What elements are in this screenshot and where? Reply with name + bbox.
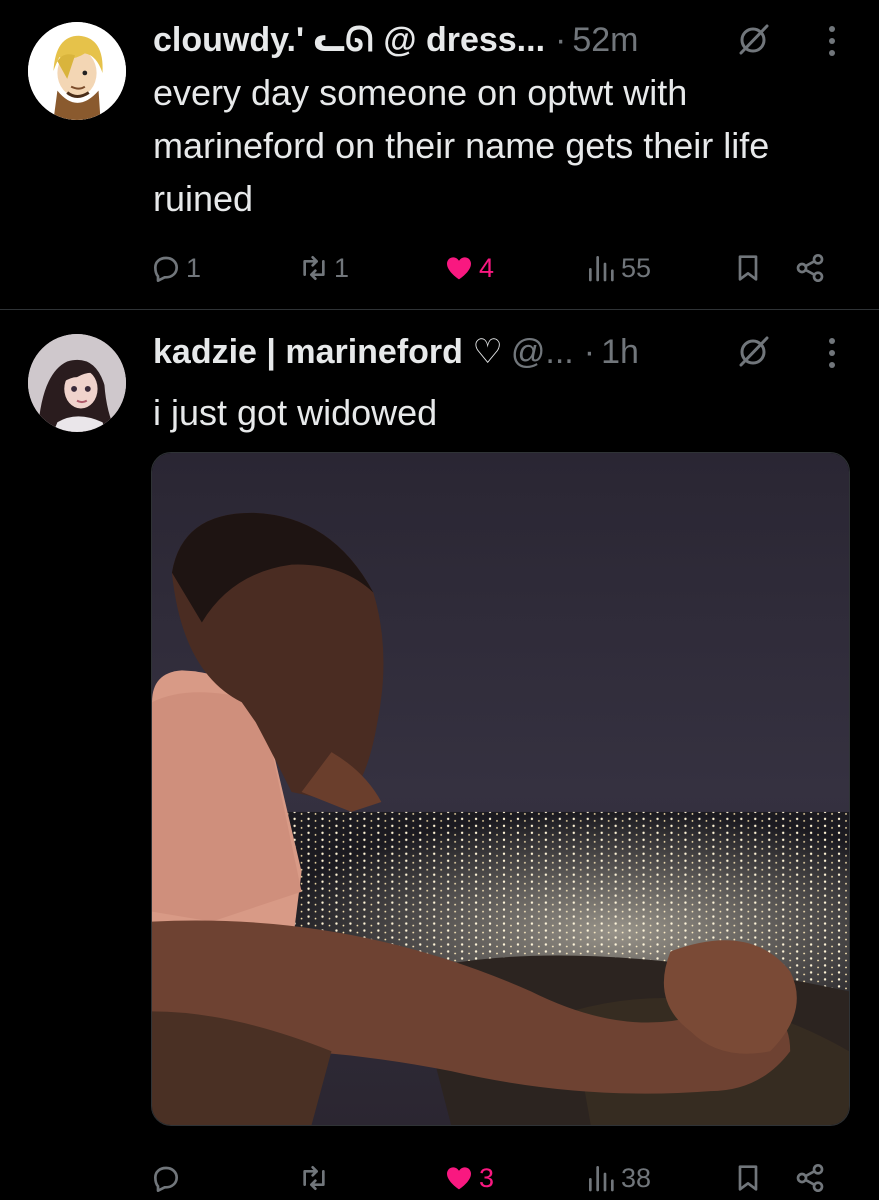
tweet[interactable]: clouwdy.ʹ ᓚᘏ @ dress... · 52m every day … [0,0,879,310]
tweet-text: every day someone on optwt with marinefo… [153,72,770,219]
bookmark-button[interactable] [732,248,764,288]
views-button[interactable]: 38 [585,1158,651,1198]
anime-avatar-icon [28,22,126,120]
retweet-count: 1 [334,252,350,283]
like-button[interactable]: 4 [443,248,494,288]
reply-button[interactable]: 1 [150,248,201,288]
share-button[interactable] [794,248,826,288]
avatar[interactable] [28,334,126,432]
reply-count: 1 [186,252,202,283]
handle[interactable]: @... [511,333,574,372]
bookmark-icon [738,255,758,281]
timestamp[interactable]: 1h [601,333,639,372]
tweet[interactable]: kadzie | marineford ♡ @... · 1h i just g… [0,310,879,1200]
display-name[interactable]: clouwdy.ʹ ᓚᘏ [153,20,373,60]
share-icon [796,253,824,282]
like-button[interactable]: 3 [443,1158,494,1198]
like-count: 4 [479,252,495,283]
retweet-icon [303,1166,325,1190]
photo-man-overlooking-city-lights [152,453,849,1125]
separator: · [555,20,567,59]
heart-icon [447,1167,471,1190]
tweet-actions: 1 1 4 55 [150,248,835,288]
grok-icon[interactable] [735,334,771,370]
share-button[interactable] [794,1158,826,1198]
tweet-actions: 3 38 [150,1158,835,1198]
bookmark-icon [738,1165,758,1191]
reply-icon [154,1166,178,1192]
views-icon [589,1166,614,1192]
retweet-button[interactable] [298,1158,334,1198]
views-icon [589,255,614,282]
tweet-header: clouwdy.ʹ ᓚᘏ @ dress... · 52m [153,18,819,62]
more-icon[interactable] [825,336,839,370]
like-count: 3 [479,1162,495,1193]
views-button[interactable]: 55 [585,248,651,288]
more-icon[interactable] [825,24,839,58]
reply-button[interactable] [150,1158,186,1198]
retweet-button[interactable]: 1 [298,248,349,288]
share-icon [796,1164,824,1192]
display-name[interactable]: kadzie | marineford ♡ [153,332,503,372]
bookmark-button[interactable] [732,1158,764,1198]
grok-icon[interactable] [735,22,771,58]
anime-avatar-icon [28,334,126,432]
reply-icon [154,256,178,282]
tweet-text: i just got widowed [153,392,438,433]
views-count: 55 [621,252,652,283]
retweet-icon [303,255,325,280]
timestamp[interactable]: 52m [572,21,638,60]
tweet-photo[interactable] [151,452,850,1126]
avatar[interactable] [28,22,126,120]
separator: · [583,332,596,371]
heart-icon [447,257,471,280]
views-count: 38 [621,1162,652,1193]
tweet-header: kadzie | marineford ♡ @... · 1h [153,330,819,374]
handle[interactable]: @ dress... [383,21,545,60]
